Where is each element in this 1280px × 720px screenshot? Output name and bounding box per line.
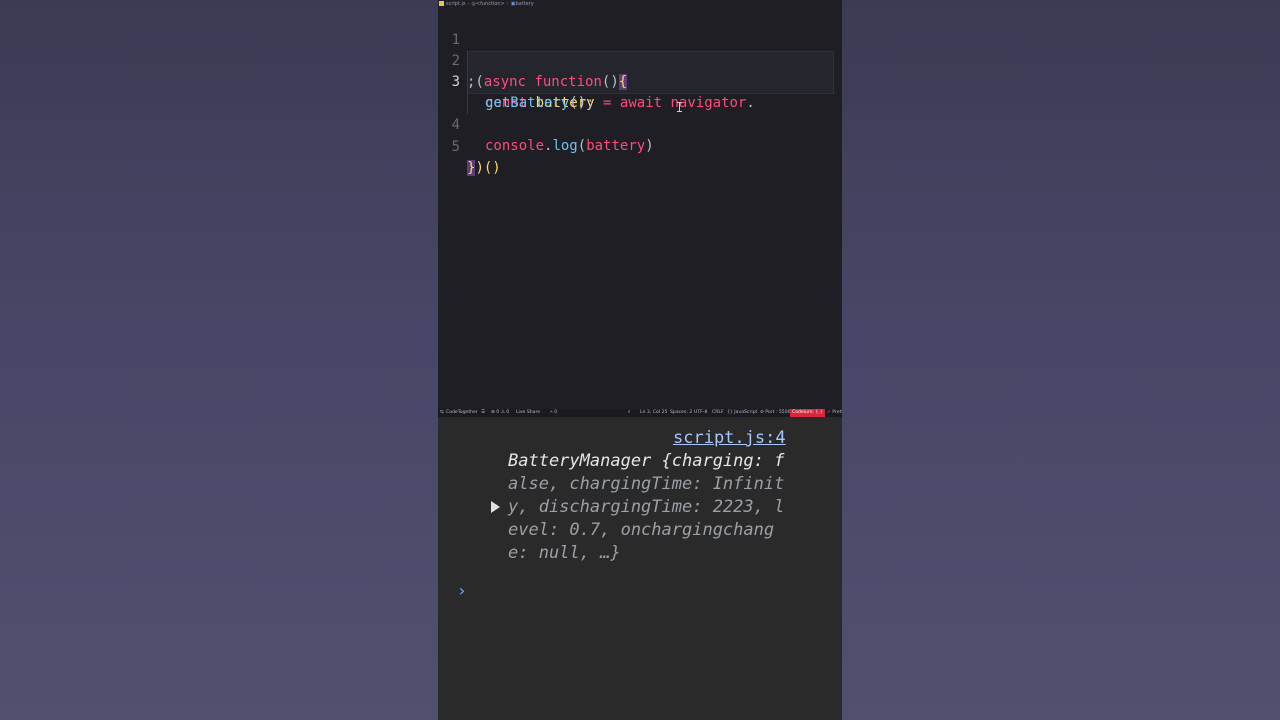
port-item[interactable]: ⊘ Port : 5500 — [760, 409, 791, 417]
search-icon[interactable]: ⌕ — [628, 409, 631, 417]
indentation-item[interactable]: Spaces: 2 — [670, 409, 692, 417]
console-prompt-icon[interactable]: › — [457, 581, 467, 600]
code-line[interactable]: 4 console.log(battery) — [438, 94, 842, 154]
js-file-icon — [439, 1, 444, 6]
breadcrumb-symbol[interactable]: battery — [515, 1, 533, 7]
log-text: e: null, …} — [508, 543, 621, 563]
code-line[interactable]: 5 })() — [438, 116, 842, 176]
text-cursor-icon — [677, 102, 682, 112]
log-line: e: null, …} — [508, 542, 808, 565]
line-number: 5 — [451, 139, 460, 155]
code-line[interactable]: 2 ;(async function(){ — [438, 30, 842, 90]
language-mode[interactable]: {} JavaScript — [727, 409, 757, 417]
remote-icon[interactable]: ⇆ — [440, 409, 444, 417]
chevron-right-icon: › — [467, 1, 470, 7]
status-bar: ⇆ CodeTogether ☰ ⊗ 0 ⚠ 0 Live Share ⑃ 0 … — [438, 409, 842, 417]
problems-item[interactable]: ⊗ 0 ⚠ 0 — [491, 409, 509, 417]
log-line: y, dischargingTime: 2223, l — [508, 496, 808, 519]
menu-icon[interactable]: ☰ — [481, 409, 485, 417]
log-line: BatteryManager {charging: f — [508, 450, 808, 473]
log-text: y, dischargingTime: 2223, l — [508, 497, 785, 517]
code-text: console.log(battery) — [485, 138, 654, 154]
log-line: evel: 0.7, onchargingchang — [508, 519, 808, 542]
breadcrumb-function[interactable]: <function> — [476, 1, 505, 7]
log-text: BatteryManager {charging: f — [508, 451, 785, 471]
code-line[interactable]: 1 — [438, 9, 842, 48]
eol-item[interactable]: CRLF — [712, 409, 724, 417]
cursor-position[interactable]: Ln 3, Col 25 — [640, 409, 667, 417]
codeium-status[interactable]: Codeium: {.} — [790, 409, 825, 417]
phone-frame: script.js›◎<function>›▣battery × 1 2 ;(a… — [438, 0, 842, 720]
chevron-right-icon: › — [506, 1, 509, 7]
prettier-item[interactable]: ✓ Prettier — [827, 409, 842, 417]
log-line: alse, chargingTime: Infinit — [508, 473, 808, 496]
code-editor[interactable]: 1 2 ;(async function(){ 3 const battery … — [438, 9, 842, 409]
breadcrumb-file[interactable]: script.js — [446, 1, 466, 7]
console-log-entry[interactable]: BatteryManager {charging: f alse, chargi… — [508, 450, 808, 565]
code-text: })() — [467, 160, 501, 176]
expand-triangle-icon[interactable] — [491, 501, 500, 513]
liveshare-item[interactable]: Live Share — [516, 409, 540, 417]
codetogether-item[interactable]: CodeTogether — [446, 409, 478, 417]
log-text: evel: 0.7, onchargingchang — [508, 520, 775, 540]
ports-item[interactable]: ⑃ 0 — [550, 409, 557, 417]
devtools-console[interactable]: script.js:4 BatteryManager {charging: f … — [438, 417, 842, 720]
code-line-wrap[interactable]: getBattery(); — [438, 72, 842, 111]
encoding-item[interactable]: UTF-8 — [694, 409, 707, 417]
breadcrumb: script.js › ◎<function> › ▣battery — [438, 0, 842, 9]
code-line[interactable]: 3 const battery = await navigator. — [438, 51, 842, 111]
source-link[interactable]: script.js:4 — [673, 428, 786, 448]
log-text: alse, chargingTime: Infinit — [508, 474, 785, 494]
